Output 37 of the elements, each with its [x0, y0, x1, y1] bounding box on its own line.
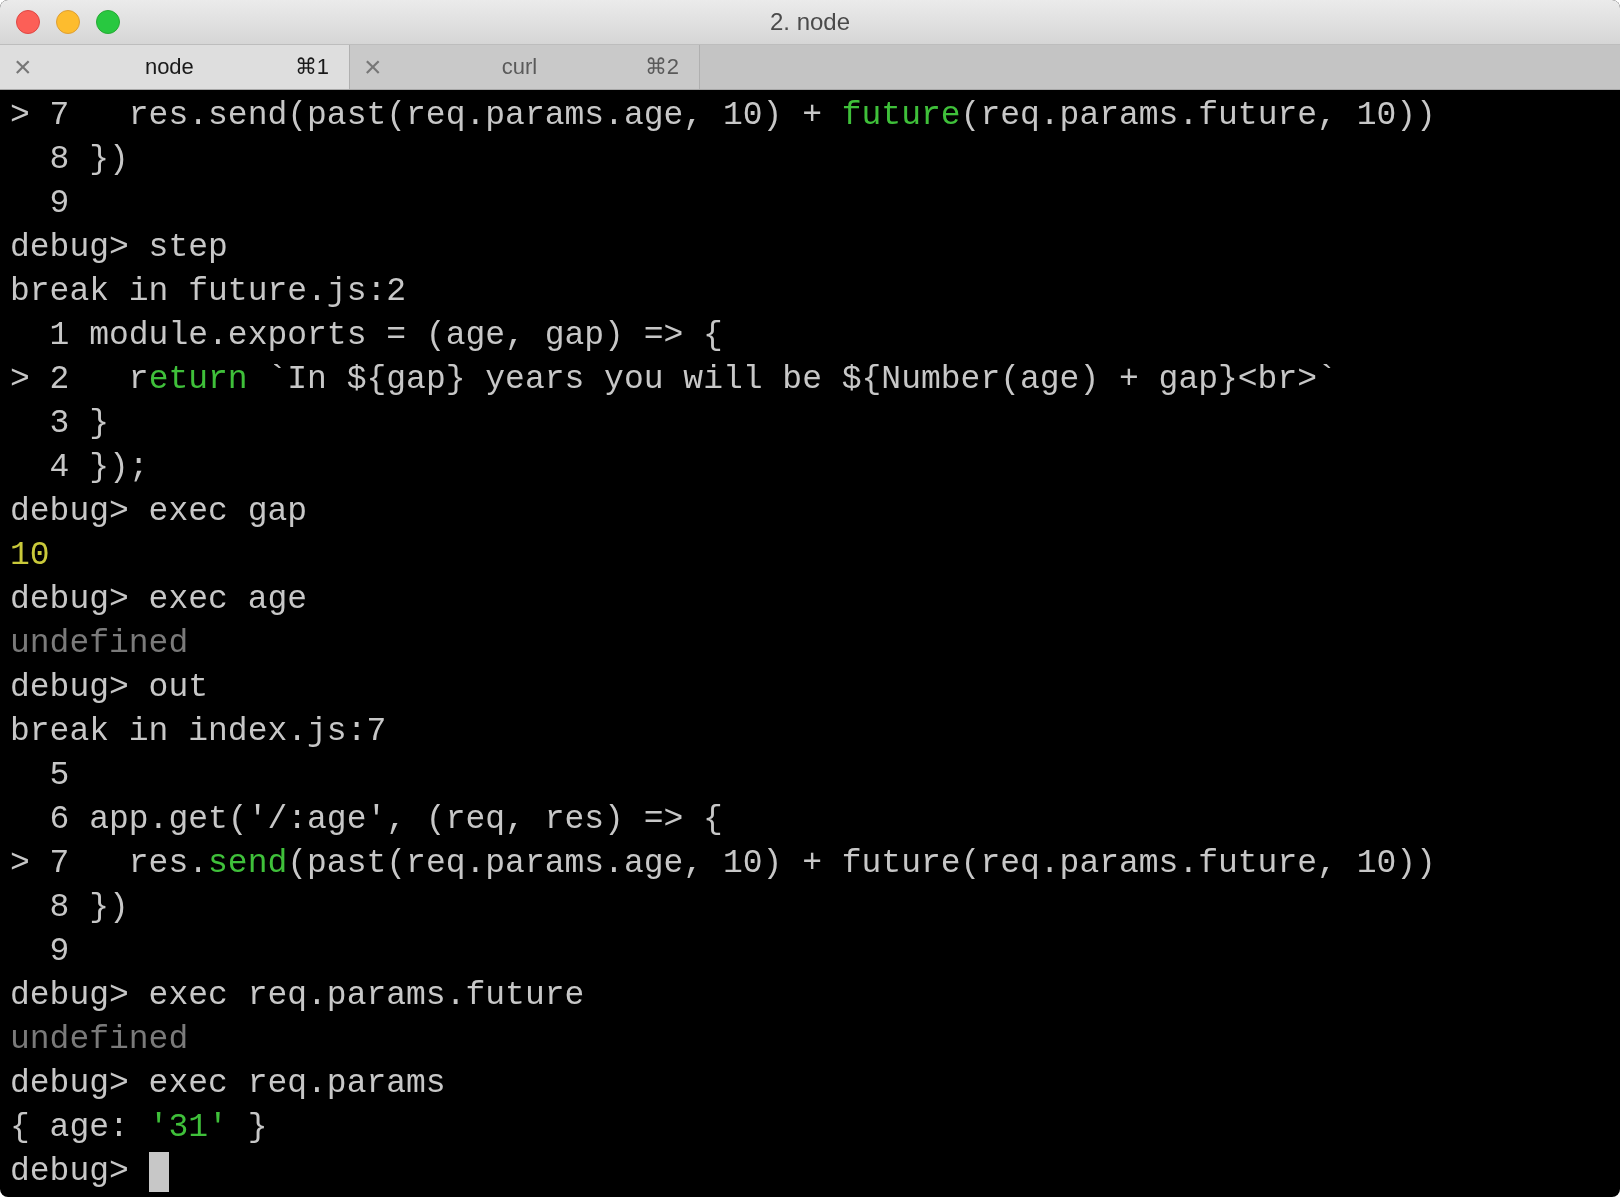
tab[interactable]: × curl ⌘2: [350, 45, 700, 89]
terminal-line: debug> out: [10, 668, 209, 708]
terminal-line: break in index.js:7: [10, 712, 387, 752]
zoom-button[interactable]: [96, 10, 120, 34]
terminal-line: 9: [48, 932, 70, 972]
terminal-line: 10: [10, 536, 50, 576]
terminal-line: 3 }: [48, 404, 110, 444]
close-button[interactable]: [16, 10, 40, 34]
terminal-line: debug> exec gap: [10, 492, 308, 532]
terminal-line: debug> exec req.params: [10, 1064, 446, 1104]
terminal-line: 1 module.exports = (age, gap) => {: [48, 316, 723, 356]
terminal-line: { age: '31' }: [10, 1108, 268, 1148]
tab-label: curl: [500, 54, 539, 80]
close-icon[interactable]: ×: [364, 52, 394, 82]
terminal-line: 6 app.get('/:age', (req, res) => {: [48, 800, 723, 840]
terminal-line: > 2 return `In ${gap} years you will be ${Number(age) + gap}<br>`: [10, 360, 1337, 400]
tab-label: node: [143, 54, 195, 80]
terminal-line: undefined: [10, 1020, 189, 1060]
terminal-line: debug> step: [10, 228, 228, 268]
terminal-line: 8 }): [48, 140, 129, 180]
tab[interactable]: × node ⌘1: [0, 45, 350, 89]
terminal-line: break in future.js:2: [10, 272, 407, 312]
window-title: 2. node: [769, 8, 851, 36]
terminal-line: 9: [48, 184, 70, 224]
terminal-line: 5: [48, 756, 70, 796]
terminal-line: 8 }): [48, 888, 129, 928]
terminal-line: 4 });: [48, 448, 149, 488]
terminal-line: debug>: [10, 1152, 130, 1192]
terminal-line: undefined: [10, 624, 189, 664]
shortcut-label: ⌘2: [644, 54, 679, 80]
minimize-button[interactable]: [56, 10, 80, 34]
terminal-line: debug> exec req.params.future: [10, 976, 585, 1016]
terminal-line: > 7 res.send(past(req.params.age, 10) + future(req.params.future, 10)): [10, 96, 1436, 136]
close-icon[interactable]: ×: [14, 52, 44, 82]
shortcut-label: ⌘1: [294, 54, 329, 80]
terminal-line: debug> exec age: [10, 580, 308, 620]
terminal-line: > 7 res.send(past(req.params.age, 10) + future(req.params.future, 10)): [10, 844, 1436, 884]
